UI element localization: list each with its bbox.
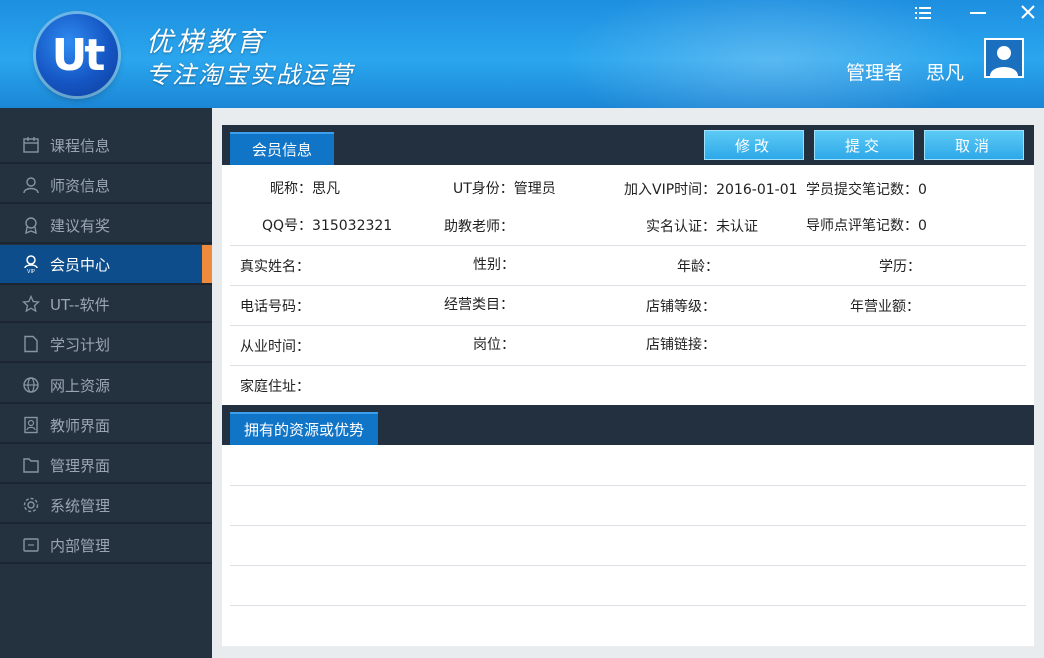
student-notes-count: 学员提交笔记数：0 <box>806 182 927 198</box>
globe-icon <box>23 377 39 393</box>
age-field[interactable]: 年龄： <box>677 256 719 276</box>
real-name-field[interactable]: 真实姓名： <box>240 256 310 276</box>
sidebar: 课程信息 师资信息 建议有奖 VIP 会员中心 UT--软件 学习计划 网上资源… <box>0 108 212 658</box>
sidebar-item-label: 内部管理 <box>50 537 111 555</box>
shop-level-field[interactable]: 店铺等级： <box>646 296 716 316</box>
main-content: 会员信息 修改 提交 取消 昵称：思凡 UT身份：管理员 加入VIP时间：201… <box>212 108 1044 658</box>
nickname-field: 昵称：思凡 <box>270 181 340 197</box>
brand-name: 优梯教育 <box>146 27 266 58</box>
divider <box>230 605 1026 606</box>
calendar-icon <box>23 137 39 153</box>
divider <box>230 325 1026 326</box>
home-address-field[interactable]: 家庭住址： <box>240 376 310 396</box>
sidebar-item-label: 管理界面 <box>50 457 111 475</box>
gear-icon <box>23 497 39 513</box>
education-field[interactable]: 学历： <box>879 256 921 276</box>
shop-link-field[interactable]: 店铺链接： <box>646 334 716 354</box>
sidebar-item-label: 建议有奖 <box>50 217 111 235</box>
divider <box>230 565 1026 566</box>
user-name: 思凡 <box>926 62 965 84</box>
inbox-icon <box>23 538 39 552</box>
member-info-panel: 会员信息 修改 提交 取消 昵称：思凡 UT身份：管理员 加入VIP时间：201… <box>222 125 1034 405</box>
phone-field[interactable]: 电话号码： <box>240 296 310 316</box>
vip-user-icon: VIP <box>24 255 38 273</box>
document-icon <box>24 335 38 353</box>
star-icon <box>22 295 40 313</box>
sidebar-item-system[interactable]: 系统管理 <box>0 486 212 524</box>
user-avatar-icon <box>986 40 1022 76</box>
user-role: 管理者 <box>846 62 904 84</box>
sidebar-item-member-center[interactable]: VIP 会员中心 <box>0 245 212 285</box>
sidebar-item-label: 师资信息 <box>50 177 111 195</box>
award-icon <box>25 217 37 234</box>
close-icon[interactable] <box>1016 4 1040 26</box>
submit-button[interactable]: 提交 <box>814 130 914 160</box>
avatar[interactable] <box>984 38 1024 78</box>
tab-resources[interactable]: 拥有的资源或优势 <box>230 412 379 445</box>
position-field[interactable]: 岗位： <box>473 334 515 354</box>
menu-icon[interactable] <box>911 4 935 26</box>
sidebar-item-courses[interactable]: 课程信息 <box>0 126 212 164</box>
ut-logo: Ut <box>36 14 118 96</box>
sidebar-item-admin-ui[interactable]: 管理界面 <box>0 446 212 484</box>
resources-panel: 拥有的资源或优势 <box>222 405 1034 646</box>
annual-revenue-field[interactable]: 年营业额： <box>850 296 920 316</box>
assistant-teacher-field: 助教老师： <box>444 219 514 235</box>
sidebar-item-study-plan[interactable]: 学习计划 <box>0 325 212 363</box>
gender-field[interactable]: 性别： <box>473 254 515 274</box>
qq-field: QQ号：315032321 <box>262 218 393 234</box>
sidebar-item-label: 课程信息 <box>50 137 111 155</box>
mentor-notes-count: 导师点评笔记数：0 <box>806 218 927 234</box>
folder-icon <box>23 458 39 473</box>
sidebar-item-label: 教师界面 <box>50 417 111 435</box>
sidebar-item-label: 网上资源 <box>50 377 111 395</box>
sidebar-item-label: 系统管理 <box>50 497 111 515</box>
vip-join-time-field: 加入VIP时间：2016-01-01 <box>624 182 798 198</box>
sidebar-item-suggestions[interactable]: 建议有奖 <box>0 206 212 244</box>
sidebar-item-label: 会员中心 <box>50 256 111 274</box>
svg-text:VIP: VIP <box>27 269 35 273</box>
panel-header: 拥有的资源或优势 <box>222 405 1034 445</box>
work-time-field[interactable]: 从业时间： <box>240 336 310 356</box>
brand-slogan: 专注淘宝实战运营 <box>146 61 354 89</box>
sidebar-item-internal[interactable]: 内部管理 <box>0 526 212 564</box>
divider <box>230 245 1026 246</box>
panel-header: 会员信息 修改 提交 取消 <box>222 125 1034 165</box>
cancel-button[interactable]: 取消 <box>924 130 1024 160</box>
tab-member-info[interactable]: 会员信息 <box>230 132 335 165</box>
real-name-verified-field: 实名认证：未认证 <box>646 219 758 235</box>
divider <box>230 525 1026 526</box>
minimize-icon[interactable] <box>966 4 990 26</box>
app-header: Ut 优梯教育 专注淘宝实战运营 管理者 思凡 <box>0 0 1044 108</box>
active-indicator <box>202 245 212 283</box>
sidebar-item-ut-software[interactable]: UT--软件 <box>0 285 212 323</box>
divider <box>230 485 1026 486</box>
edit-button[interactable]: 修改 <box>704 130 804 160</box>
divider <box>230 365 1026 366</box>
sidebar-item-label: UT--软件 <box>50 296 110 314</box>
divider <box>230 285 1026 286</box>
ut-identity-field: UT身份：管理员 <box>453 181 556 197</box>
business-category-field[interactable]: 经营类目： <box>444 294 514 314</box>
teacher-icon <box>23 177 39 194</box>
sidebar-item-online-resources[interactable]: 网上资源 <box>0 366 212 404</box>
contact-icon <box>24 416 38 434</box>
sidebar-item-teacher-ui[interactable]: 教师界面 <box>0 406 212 444</box>
sidebar-item-teachers[interactable]: 师资信息 <box>0 166 212 204</box>
sidebar-item-label: 学习计划 <box>50 336 111 354</box>
